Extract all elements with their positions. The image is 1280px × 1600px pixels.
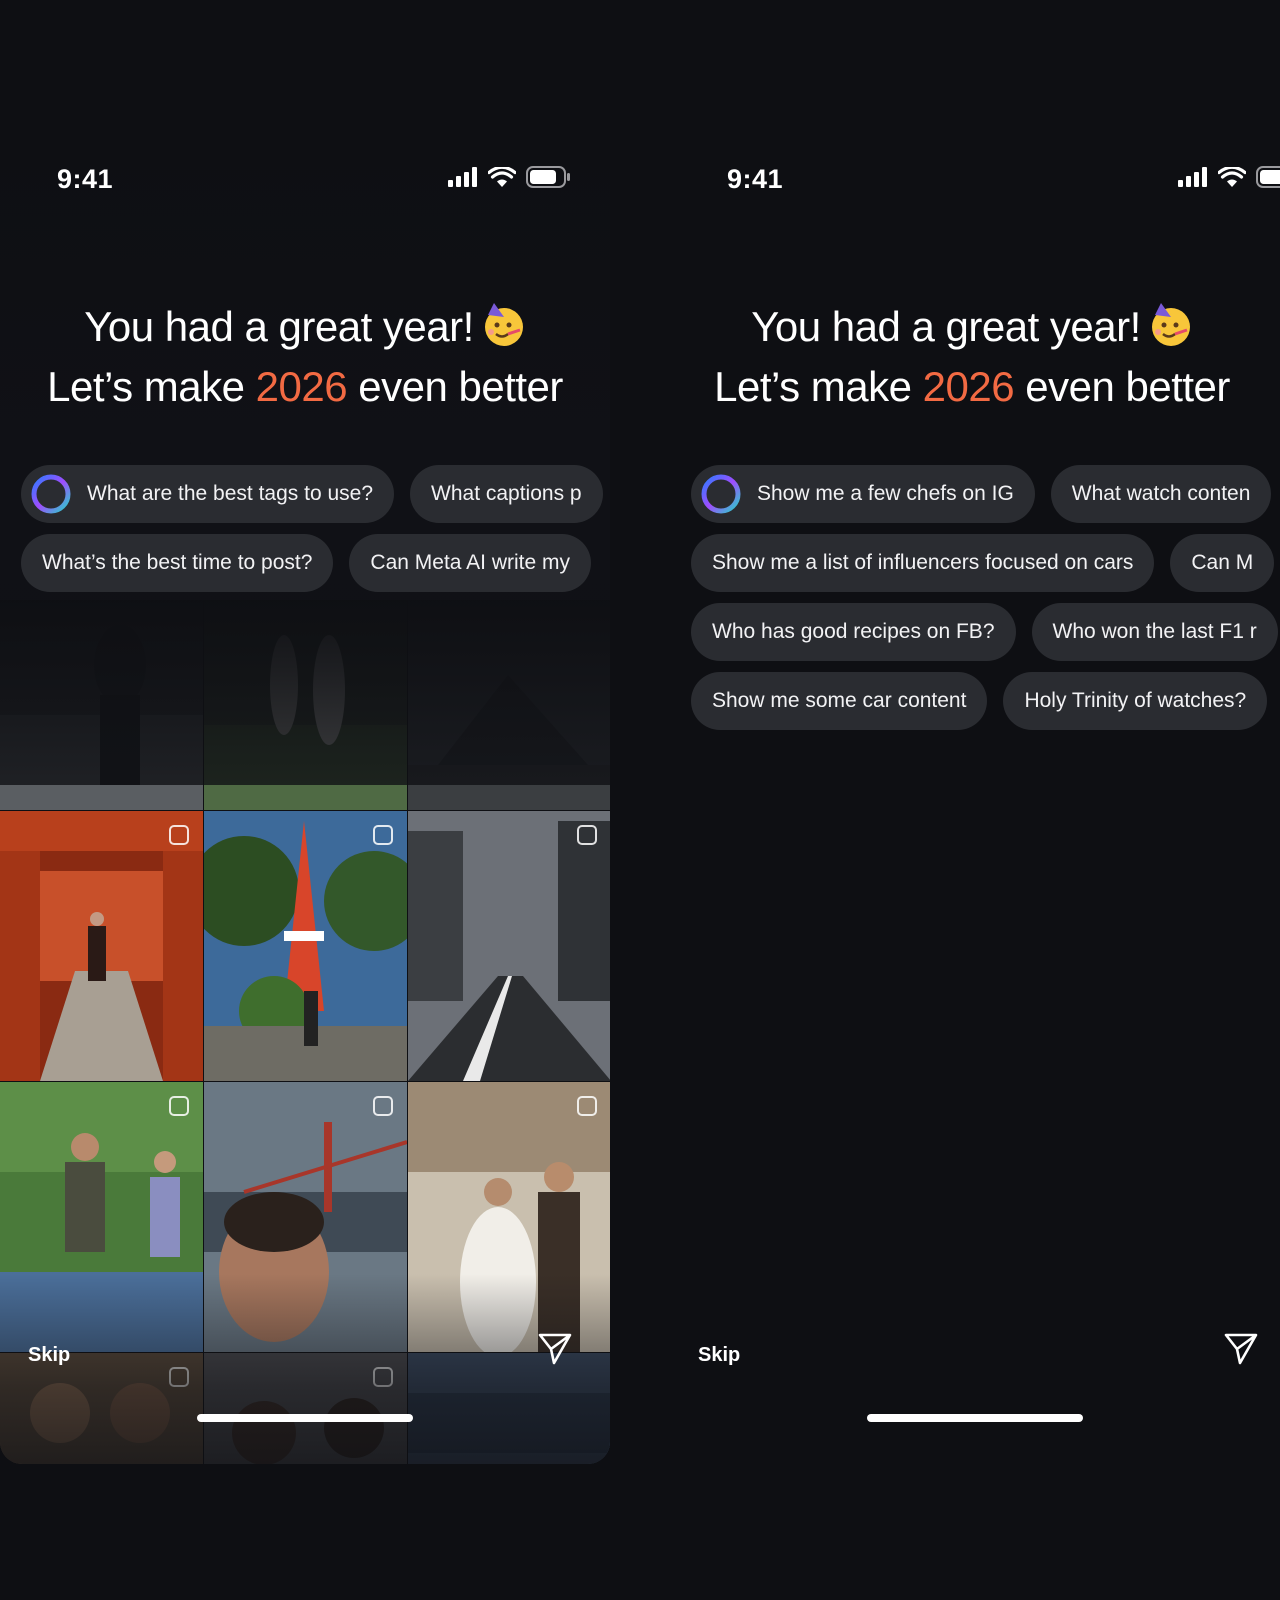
photo-tile-city-street[interactable] — [408, 811, 610, 1081]
suggestion-chip[interactable]: Who won the last F1 r — [1031, 603, 1278, 661]
multi-select-icon[interactable] — [169, 1096, 189, 1116]
suggestion-chip[interactable]: What watch conten — [1050, 465, 1272, 523]
suggestion-chip[interactable]: What are the best tags to use? — [21, 465, 395, 523]
battery-icon — [526, 166, 570, 188]
wifi-icon — [1218, 167, 1246, 187]
suggestion-chip[interactable]: Holy Trinity of watches? — [1003, 672, 1268, 730]
cellular-signal-icon — [448, 167, 477, 187]
headline-line1: You had a great year! — [84, 303, 474, 350]
photo-grid — [0, 595, 610, 1464]
multi-select-icon[interactable] — [169, 825, 189, 845]
status-bar: 9:41 — [0, 140, 610, 220]
headline-line2-suffix: even better — [347, 363, 563, 410]
home-indicator — [867, 1414, 1083, 1422]
multi-select-icon[interactable] — [373, 825, 393, 845]
partying-face-icon — [1149, 303, 1193, 360]
right-phone-screen: 9:41 You had a great year! Let’s make 20… — [670, 140, 1280, 1464]
status-time: 9:41 — [727, 164, 784, 194]
headline-line2-prefix: Let’s make — [47, 363, 256, 410]
headline-line2-suffix: even better — [1014, 363, 1230, 410]
headline-line1: You had a great year! — [751, 303, 1141, 350]
suggestion-chip[interactable]: Can Meta AI write my — [349, 534, 591, 592]
status-time: 9:41 — [57, 164, 114, 194]
send-icon[interactable] — [538, 1332, 572, 1366]
headline-line2-prefix: Let’s make — [714, 363, 923, 410]
suggestion-chip[interactable]: Show me some car content — [691, 672, 988, 730]
home-indicator — [197, 1414, 413, 1422]
photo-tile-tokyo-tower[interactable] — [204, 811, 407, 1081]
headline-year: 2026 — [255, 363, 348, 410]
send-icon[interactable] — [1224, 1332, 1258, 1366]
suggestion-chip[interactable]: Who has good recipes on FB? — [691, 603, 1016, 661]
suggestion-chip[interactable]: Can M — [1170, 534, 1275, 592]
photo-tile-torii-gates[interactable] — [0, 811, 203, 1081]
multi-select-icon[interactable] — [577, 1096, 597, 1116]
cellular-signal-icon — [1178, 167, 1207, 187]
battery-icon — [1256, 166, 1280, 188]
meta-ai-ring-icon — [701, 474, 741, 514]
suggestion-chip[interactable]: Show me a list of influencers focused on… — [691, 534, 1155, 592]
multi-select-icon[interactable] — [373, 1096, 393, 1116]
headline: You had a great year! Let’s make 2026 ev… — [0, 300, 610, 414]
suggestion-chip[interactable]: What’s the best time to post? — [21, 534, 334, 592]
headline: You had a great year! Let’s make 2026 ev… — [670, 300, 1277, 414]
bottom-bar: Skip — [0, 1333, 610, 1380]
meta-ai-ring-icon — [31, 474, 71, 514]
suggestion-chip[interactable]: Show me a few chefs on IG — [691, 465, 1035, 523]
wifi-icon — [488, 167, 516, 187]
suggestion-chips: Show me a few chefs on IG What watch con… — [691, 465, 1280, 741]
left-phone-screen: 9:41 You had a great year! Let’s make 20… — [0, 140, 610, 1464]
status-bar: 9:41 — [670, 140, 1280, 220]
multi-select-icon[interactable] — [577, 825, 597, 845]
bottom-bar: Skip — [670, 1333, 1280, 1380]
suggestion-chips: What are the best tags to use? What capt… — [21, 465, 610, 603]
skip-button[interactable]: Skip — [28, 1344, 70, 1367]
headline-year: 2026 — [922, 363, 1015, 410]
suggestion-chip[interactable]: What captions p — [410, 465, 603, 523]
skip-button[interactable]: Skip — [698, 1344, 740, 1367]
partying-face-icon — [482, 303, 526, 360]
